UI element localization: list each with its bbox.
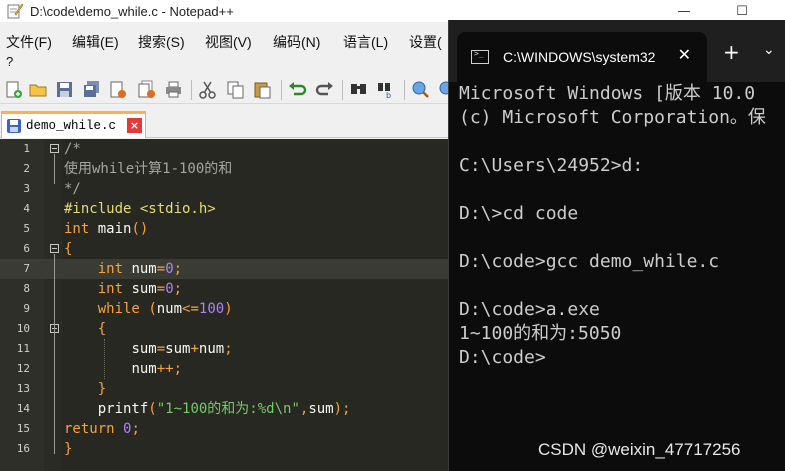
code-line: 12 num++; [0,359,450,379]
terminal-window: C:\WINDOWS\system32 ✕ + ⌄ Microsoft Wind… [448,20,785,471]
line-number: 16 [16,442,30,455]
undo-icon[interactable] [288,80,307,99]
watermark: CSDN @weixin_47717256 [538,440,741,459]
toolbar-separator [342,80,343,100]
copy-icon[interactable] [226,80,245,99]
code-line: 6 { [0,239,450,259]
code-line: 11 sum=sum+num; [0,339,450,359]
terminal-tab[interactable]: C:\WINDOWS\system32 ✕ [457,32,707,82]
terminal-tab-title: C:\WINDOWS\system32 [503,49,656,65]
line-number: 15 [16,422,30,435]
code-line: 3 */ [0,179,450,199]
code-line: 9 while (num<=100) [0,299,450,319]
line-number: 3 [23,182,30,195]
terminal-line: D:\code>gcc demo_while.c [459,251,720,272]
menu-file[interactable]: 文件(F) [6,32,52,52]
code-line: 5 int main() [0,219,450,239]
minimize-button[interactable]: — [664,0,704,22]
cut-icon[interactable] [198,80,217,99]
terminal-line: D:\code>a.exe [459,299,600,320]
menu-view[interactable]: 视图(V) [205,32,252,52]
toolbar-separator [404,80,405,100]
code-line: 1 /* [0,139,450,159]
print-icon[interactable] [164,80,183,99]
line-number: 10 [16,322,30,335]
find-icon[interactable] [349,80,368,99]
save-all-icon[interactable] [82,80,101,99]
replace-icon[interactable]: b [376,80,395,99]
new-tab-button[interactable]: + [723,40,740,64]
line-number: 6 [23,242,30,255]
code-editor[interactable]: 1 /* 2 使用while计算1-100的和 3 */ 4 #include … [0,139,450,471]
code-line: 15 return 0; [0,419,450,439]
fold-line [54,254,55,454]
code-line: 10 { [0,319,450,339]
menu-encoding[interactable]: 编码(N) [273,32,320,52]
terminal-line: Microsoft Windows [版本 10.0 [459,83,756,104]
line-number: 13 [16,382,30,395]
menu-settings[interactable]: 设置( [409,32,442,52]
terminal-line: C:\Users\24952>d: [459,155,644,176]
indent-guide [104,339,105,379]
toolbar-separator [281,80,282,100]
line-number: 7 [23,262,30,275]
menu-edit[interactable]: 编辑(E) [72,32,119,52]
line-number: 8 [23,282,30,295]
terminal-line: D:\code> [459,347,546,368]
title-bar: D:\code\demo_while.c - Notepad++ — ☐ [0,0,785,22]
terminal-line: 1~100的和为:5050 [459,323,622,344]
open-folder-icon[interactable] [29,80,48,99]
terminal-line: (c) Microsoft Corporation。保 [459,107,766,128]
code-line: 2 使用while计算1-100的和 [0,159,450,179]
line-number: 2 [23,162,30,175]
terminal-icon [471,49,489,64]
line-number: 9 [23,302,30,315]
code-line: 8 int sum=0; [0,279,450,299]
code-line-current: 7 int num=0; [0,259,450,279]
line-number: 11 [16,342,30,355]
line-number: 1 [23,142,30,155]
close-icon[interactable]: ✕ [678,45,691,64]
fold-collapse-icon[interactable] [50,244,59,253]
tab-demo-while[interactable]: demo_while.c × [1,111,146,138]
line-number: 14 [16,402,30,415]
tab-close-button[interactable]: × [127,118,142,133]
line-number: 12 [16,362,30,375]
paste-icon[interactable] [253,80,272,99]
line-number: 5 [23,222,30,235]
file-saved-icon [7,119,21,133]
terminal-output[interactable]: Microsoft Windows [版本 10.0 (c) Microsoft… [459,82,785,471]
new-file-icon[interactable] [4,80,23,99]
line-number: 4 [23,202,30,215]
code-line: 14 printf("1~100的和为:%d\n",sum); [0,399,450,419]
fold-line [54,154,55,184]
menu-search[interactable]: 搜索(S) [138,32,185,52]
menu-language[interactable]: 语言(L) [343,32,388,52]
redo-icon[interactable] [315,80,334,99]
toolbar-separator [191,80,192,100]
close-icon[interactable] [108,80,127,99]
notepadpp-icon [6,2,24,20]
terminal-line: D:\>cd code [459,203,579,224]
tab-label: demo_while.c [26,119,117,133]
chevron-down-icon[interactable]: ⌄ [763,42,775,58]
zoom-in-icon[interactable] [411,80,430,99]
save-icon[interactable] [55,80,74,99]
svg-text:b: b [386,91,391,99]
fold-collapse-icon[interactable] [50,144,59,153]
menu-help[interactable]: ? [6,54,13,69]
tab-bar: demo_while.c × [0,108,450,138]
code-line: 13 } [0,379,450,399]
maximize-button[interactable]: ☐ [722,0,762,22]
code-line: 16 } [0,439,450,459]
code-line: 4 #include <stdio.h> [0,199,450,219]
close-all-icon[interactable] [137,80,156,99]
terminal-titlebar: C:\WINDOWS\system32 ✕ + ⌄ [449,20,785,82]
window-title: D:\code\demo_while.c - Notepad++ [30,3,234,19]
